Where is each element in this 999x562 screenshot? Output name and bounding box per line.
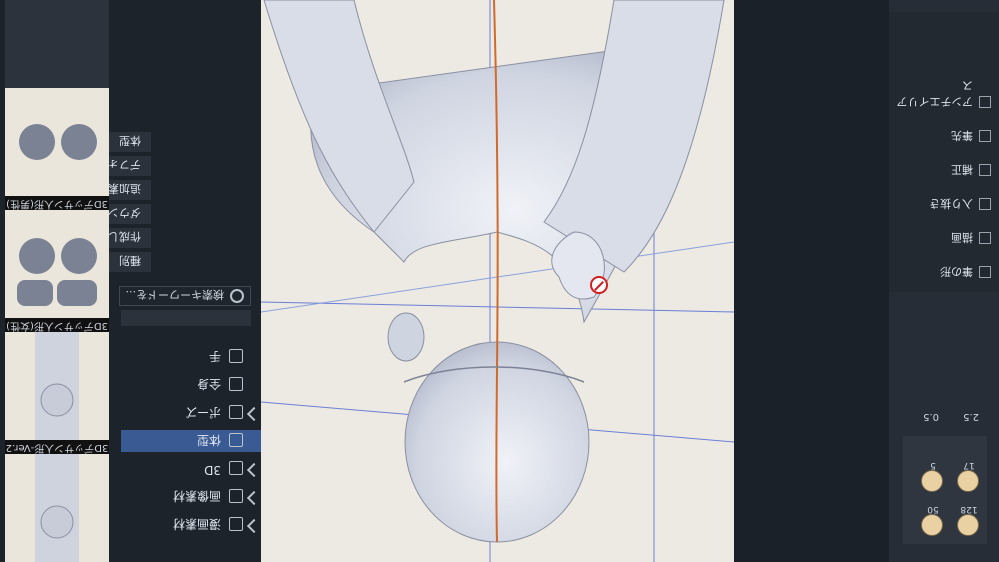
chevron-icon xyxy=(246,490,262,506)
heads-thumbnail-icon xyxy=(19,124,97,160)
chevron-icon xyxy=(246,462,262,478)
setting-icon xyxy=(979,96,991,108)
size-label: 2.5 xyxy=(963,411,979,422)
swatch-label: 50 xyxy=(927,504,939,514)
material-thumbnail[interactable] xyxy=(5,210,109,318)
brush-swatch[interactable] xyxy=(957,470,979,492)
brush-swatch[interactable] xyxy=(957,514,979,536)
setting-item[interactable]: 筆先 xyxy=(951,128,973,144)
full-body-icon xyxy=(229,377,243,391)
body-type-icon xyxy=(229,433,243,447)
app-window: 128 50 17 5 2.5 0.5 筆の形 描画 入り抜き 補正 筆先 アン… xyxy=(0,0,999,562)
image-material-icon xyxy=(229,489,243,503)
brush-swatch[interactable] xyxy=(921,514,943,536)
setting-item[interactable]: 筆の形 xyxy=(940,264,973,280)
swatch-label: 128 xyxy=(960,504,978,514)
swatch-label: 5 xyxy=(930,460,936,470)
setting-icon xyxy=(979,266,991,278)
brush-swatch[interactable] xyxy=(921,470,943,492)
canvas-viewport[interactable] xyxy=(261,0,734,562)
rotated-screen: 128 50 17 5 2.5 0.5 筆の形 描画 入り抜き 補正 筆先 アン… xyxy=(0,0,999,562)
swatch-label: 17 xyxy=(963,460,975,470)
chevron-icon xyxy=(246,406,262,422)
setting-item[interactable]: 補正 xyxy=(951,162,973,178)
prohibited-cursor-icon xyxy=(590,276,608,294)
doll-thumbnail-icon xyxy=(35,454,79,562)
tree-item-image[interactable]: 画像素材 xyxy=(121,486,262,508)
tree-item-hand[interactable]: 手 xyxy=(121,346,261,368)
search-icon xyxy=(230,289,244,303)
brush-panel: 128 50 17 5 2.5 0.5 筆の形 描画 入り抜き 補正 筆先 アン… xyxy=(889,0,999,562)
material-thumbnail[interactable] xyxy=(5,454,109,562)
setting-icon xyxy=(979,232,991,244)
size-label: 0.5 xyxy=(923,411,939,422)
setting-icon xyxy=(979,130,991,142)
doll-thumbnail-icon xyxy=(35,332,79,440)
hand-icon xyxy=(229,349,243,363)
setting-item[interactable]: 描画 xyxy=(951,230,973,246)
doll-ear xyxy=(387,312,425,362)
heads-thumbnail-icon xyxy=(17,238,97,306)
material-thumbnail[interactable] xyxy=(5,88,109,196)
thumbnail-label: 3Dデッサン人形(男性) xyxy=(5,196,109,210)
cube-icon xyxy=(229,461,243,475)
brush-size-palette: 128 50 17 5 xyxy=(903,436,987,544)
tree-item-body-type[interactable]: 体型 xyxy=(121,430,261,452)
tree-item-3d[interactable]: 3D xyxy=(121,458,262,480)
3d-drawing-doll[interactable] xyxy=(261,0,734,562)
manga-material-icon xyxy=(229,517,243,531)
setting-icon xyxy=(979,164,991,176)
pose-icon xyxy=(229,405,243,419)
thumbnail-label: 3Dデッサン人形(女性) xyxy=(5,318,109,332)
search-field[interactable]: 検索キーワードを... xyxy=(119,286,251,306)
thumbnail-label: 3Dデッサン人形-Ver.2 xyxy=(5,440,109,454)
chevron-icon xyxy=(246,518,262,534)
setting-icon xyxy=(979,198,991,210)
brush-settings-list: 筆の形 描画 入り抜き 補正 筆先 アンチエイリアス xyxy=(889,12,999,292)
toolbar-strip xyxy=(121,310,251,326)
material-thumbnail[interactable] xyxy=(5,332,109,440)
empty-preview-box xyxy=(5,0,109,88)
tree-item-manga[interactable]: 漫画素材 xyxy=(121,514,262,536)
tree-item-full-body[interactable]: 全身 xyxy=(121,374,261,396)
setting-item[interactable]: 入り抜き xyxy=(929,196,973,212)
tree-item-pose[interactable]: ポーズ xyxy=(121,402,262,424)
setting-item[interactable]: アンチエイリアス xyxy=(889,78,973,110)
materials-panel: 漫画素材 画像素材 3D 体型 ポーズ 全身 手 検索キーワードを... 種別 … xyxy=(0,0,262,562)
